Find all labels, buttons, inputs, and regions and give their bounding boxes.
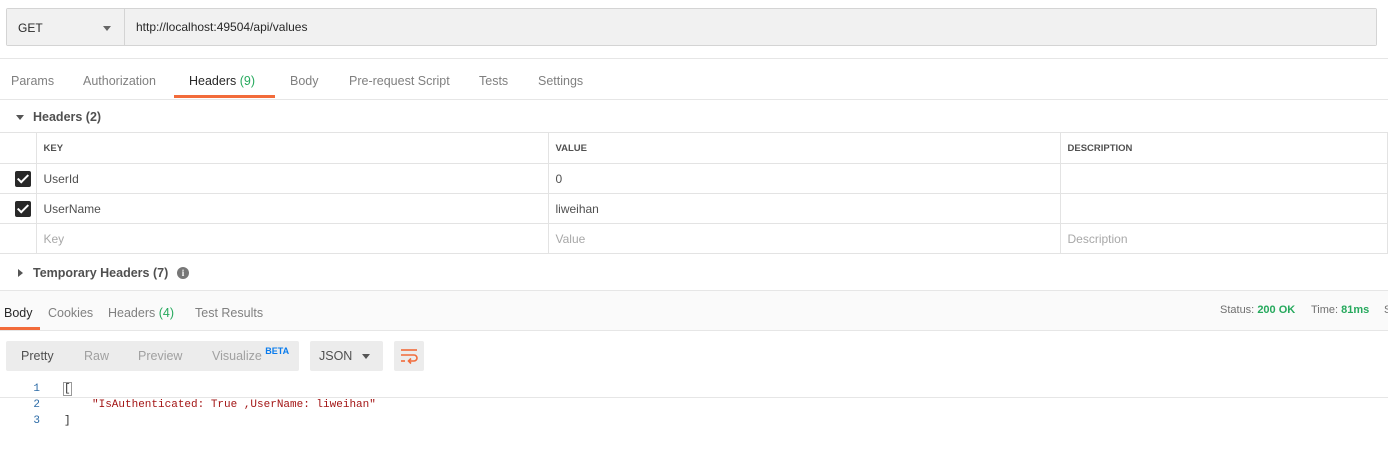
response-tab-headers[interactable]: Headers (4)	[108, 306, 174, 320]
format-select[interactable]: JSON	[310, 341, 383, 371]
temporary-headers-title[interactable]: Temporary Headers (7)	[33, 266, 168, 280]
pretty-button[interactable]: Pretty	[21, 349, 54, 363]
divider	[0, 58, 1388, 59]
wrap-lines-icon	[401, 349, 418, 365]
divider	[0, 330, 1388, 331]
url-input[interactable]	[125, 9, 1376, 45]
new-description-input[interactable]: Description	[1059, 223, 1388, 254]
collapse-caret-icon[interactable]	[16, 115, 24, 120]
response-tab-test-results[interactable]: Test Results	[195, 306, 263, 320]
headers-table: KEY VALUE DESCRIPTION UserId 0 UserName …	[0, 132, 1388, 254]
new-key-input[interactable]: Key	[35, 223, 549, 254]
headers-count: (9)	[239, 74, 256, 88]
divider	[0, 290, 1388, 291]
tab-body[interactable]: Body	[290, 74, 319, 88]
beta-badge: BETA	[265, 346, 290, 356]
method-label: GET	[18, 21, 43, 35]
line-number: 2	[33, 399, 40, 411]
chevron-down-icon	[362, 354, 370, 359]
header-enabled-checkbox[interactable]	[15, 200, 31, 217]
tab-authorization[interactable]: Authorization	[83, 74, 156, 88]
line-number: 3	[33, 415, 40, 427]
active-line-highlight	[0, 381, 1388, 398]
value-column-header: VALUE	[547, 132, 1061, 164]
preview-button[interactable]: Preview	[138, 349, 182, 363]
info-icon[interactable]: i	[177, 267, 189, 279]
format-label: JSON	[319, 349, 353, 363]
response-headers-count: (4)	[158, 306, 175, 320]
method-select[interactable]: GET	[7, 9, 125, 45]
tab-params[interactable]: Params	[11, 74, 54, 88]
size-label: S	[1384, 304, 1388, 316]
header-key-cell[interactable]: UserName	[35, 193, 549, 224]
code-line-2[interactable]: "IsAuthenticated: True ,UserName: liweih…	[92, 399, 376, 411]
url-bar: GET	[6, 8, 1377, 46]
key-column-header: KEY	[35, 132, 549, 164]
headers-section-title[interactable]: Headers (2)	[33, 110, 101, 124]
header-description-cell[interactable]	[1059, 163, 1388, 194]
checkbox-column-header	[0, 132, 37, 164]
header-value-cell[interactable]: liweihan	[547, 193, 1061, 224]
code-line-3[interactable]: ]	[64, 415, 71, 427]
code-line-1[interactable]: [	[63, 382, 72, 396]
header-key-cell[interactable]: UserId	[35, 163, 549, 194]
response-tab-body[interactable]: Body	[4, 306, 33, 320]
header-enabled-checkbox[interactable]	[15, 170, 31, 187]
tab-tests[interactable]: Tests	[479, 74, 508, 88]
raw-button[interactable]: Raw	[84, 349, 109, 363]
tab-settings[interactable]: Settings	[538, 74, 583, 88]
active-tab-indicator	[174, 95, 275, 98]
wrap-lines-button[interactable]	[394, 341, 424, 371]
description-column-header: DESCRIPTION	[1059, 132, 1388, 164]
tab-headers[interactable]: Headers (9)	[189, 74, 255, 88]
table-row: UserName liweihan	[0, 193, 1388, 224]
line-number: 1	[33, 383, 40, 395]
status-value: 200 OK	[1257, 304, 1296, 316]
status-label: Status: 200 OK	[1220, 304, 1296, 316]
table-header-row: KEY VALUE DESCRIPTION	[0, 132, 1388, 164]
chevron-down-icon	[103, 26, 111, 31]
table-row-new: Key Value Description	[0, 223, 1388, 254]
time-label: Time: 81ms	[1311, 304, 1370, 316]
header-value-cell[interactable]: 0	[547, 163, 1061, 194]
expand-caret-icon[interactable]	[18, 269, 23, 277]
response-tab-cookies[interactable]: Cookies	[48, 306, 93, 320]
divider	[0, 99, 1388, 100]
view-mode-bar: Pretty Raw Preview Visualize BETA	[6, 341, 299, 371]
visualize-button[interactable]: Visualize BETA	[212, 346, 290, 363]
time-value: 81ms	[1341, 304, 1370, 316]
new-value-input[interactable]: Value	[547, 223, 1061, 254]
tab-pre-request-script[interactable]: Pre-request Script	[349, 74, 450, 88]
header-description-cell[interactable]	[1059, 193, 1388, 224]
table-row: UserId 0	[0, 163, 1388, 194]
